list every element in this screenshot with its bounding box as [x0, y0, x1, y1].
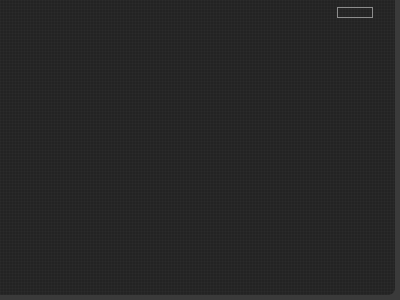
corner-button[interactable] — [337, 7, 373, 18]
window-frame — [0, 0, 400, 300]
main-canvas[interactable] — [0, 0, 395, 295]
